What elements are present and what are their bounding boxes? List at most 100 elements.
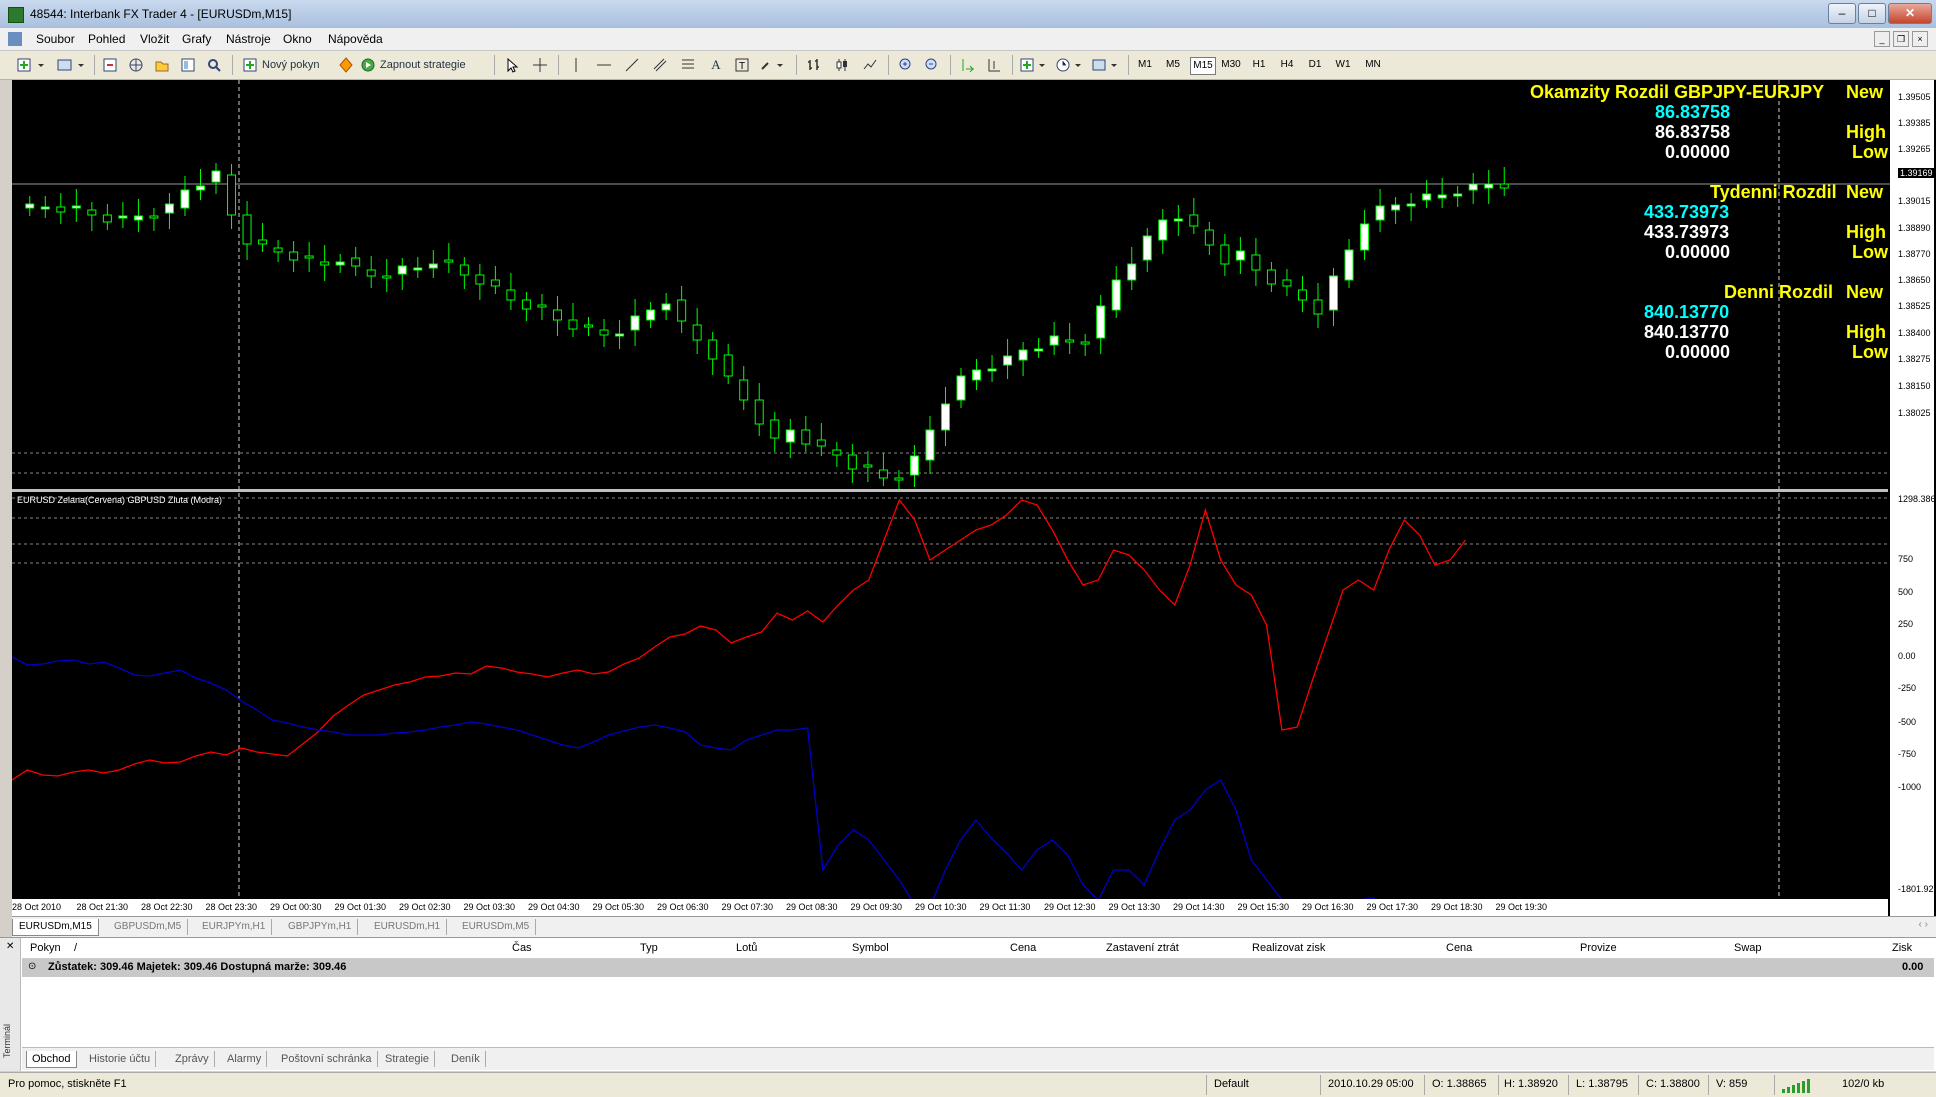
timeframe-m5[interactable]: M5 [1162,57,1184,73]
menu-nastroje[interactable]: Nástroje [226,32,271,46]
cursor-icon[interactable] [502,55,522,75]
balance-row[interactable]: ⊙ Zůstatek: 309.46 Majetek: 309.46 Dostu… [22,959,1934,977]
terminal-tab-schranka[interactable]: Poštovní schránka [276,1051,378,1067]
terminal-close-icon[interactable]: ✕ [6,941,14,952]
bar-chart-icon[interactable] [804,55,824,75]
data-window-icon[interactable] [126,55,146,75]
candle-body [118,215,128,219]
line-chart-icon[interactable] [860,55,880,75]
terminal-tab-denik[interactable]: Deník [446,1051,486,1067]
text-icon[interactable]: A [706,55,726,75]
col-stop-loss[interactable]: Zastavení ztrát [1106,942,1179,954]
col-swap[interactable]: Swap [1734,942,1762,954]
chart-divider[interactable] [12,489,1888,492]
terminal-tab-strategie[interactable]: Strategie [380,1051,436,1067]
menu-pohled[interactable]: Pohled [88,32,125,46]
terminal-icon[interactable] [178,55,198,75]
chart-tab-eurusd-h1[interactable]: EURUSDm,H1 [368,919,448,935]
menu-grafy[interactable]: Grafy [182,32,211,46]
menu-soubor[interactable]: Soubor [36,32,75,46]
channel-icon[interactable] [650,55,670,75]
new-chart-icon[interactable] [14,55,48,75]
timeframe-h4[interactable]: H4 [1276,57,1298,73]
candle-body [940,403,950,431]
price-axis[interactable]: 1.39505 1.39385 1.39265 1.39169 1.39015 1.388… [1890,80,1936,916]
vertical-line-icon[interactable] [566,55,586,75]
enable-strategies-button[interactable]: Zapnout strategie [360,55,488,75]
new-order-button[interactable]: Nový pokyn [242,55,334,75]
chart-tab-eurusd-m15[interactable]: EURUSDm,M15 [12,919,99,936]
mdi-close-button[interactable]: × [1912,31,1928,47]
timeframe-d1[interactable]: D1 [1304,57,1326,73]
timeframe-m1[interactable]: M1 [1134,57,1156,73]
chart-tab-eurjpy-h1[interactable]: EURJPYm,H1 [196,919,273,935]
col-pokyn[interactable]: Pokyn [30,942,61,954]
periods-icon[interactable] [1054,55,1086,75]
tester-icon[interactable] [204,55,224,75]
connection-status-icon[interactable] [1782,1079,1810,1093]
col-cena-2[interactable]: Cena [1446,942,1472,954]
col-provize[interactable]: Provize [1580,942,1617,954]
chart-shift-icon[interactable] [984,55,1004,75]
timeframe-w1[interactable]: W1 [1332,57,1354,73]
candle-body [1266,269,1276,285]
col-symbol[interactable]: Symbol [852,942,889,954]
col-sort[interactable]: / [74,942,77,954]
col-typ[interactable]: Typ [640,942,658,954]
denni-low-label: Low [1852,342,1888,362]
candle-body [1235,250,1245,261]
time-tick-label: 28 Oct 2010 [12,902,62,912]
terminal-tab-alarmy[interactable]: Alarmy [222,1051,268,1067]
mdi-minimize-button[interactable]: _ [1874,31,1890,47]
time-tick-label: 29 Oct 14:30 [1173,902,1225,912]
indicator-tick-label: 500 [1898,587,1914,597]
minimize-button[interactable]: – [1828,3,1856,24]
horizontal-line-icon[interactable] [594,55,614,75]
zoom-out-icon[interactable] [922,55,942,75]
timeframe-h1[interactable]: H1 [1248,57,1270,73]
menu-napoveda[interactable]: Nápověda [328,32,383,46]
col-take-profit[interactable]: Realizovat zisk [1252,942,1325,954]
close-button[interactable]: ✕ [1888,3,1932,24]
tab-scroll-icon[interactable]: ‹ › [1919,919,1928,930]
col-zisk[interactable]: Zisk [1892,942,1912,954]
chart-tab-gbpusd-m5[interactable]: GBPUSDm,M5 [108,919,189,935]
col-lotu[interactable]: Lotů [736,942,757,954]
indicators-icon[interactable] [1018,55,1050,75]
time-tick-label: 28 Oct 22:30 [141,902,193,912]
terminal-tab-historie[interactable]: Historie účtu [84,1051,157,1067]
text-label-icon[interactable]: T [732,55,752,75]
trendline-icon[interactable] [622,55,642,75]
timeframe-mn[interactable]: MN [1360,57,1386,73]
autoscroll-icon[interactable] [958,55,978,75]
metaeditor-icon[interactable] [336,55,356,75]
fibonacci-icon[interactable] [678,55,698,75]
market-watch-icon[interactable] [100,55,120,75]
status-profile[interactable]: Default [1214,1078,1249,1090]
menu-vlozit[interactable]: Vložit [140,32,169,46]
maximize-button[interactable]: □ [1858,3,1886,24]
candlestick-icon[interactable] [832,55,852,75]
profiles-icon[interactable] [54,55,88,75]
candle-body [133,215,143,221]
timeframe-m30[interactable]: M30 [1218,57,1244,73]
candle-body [1422,193,1432,201]
chart-tab-eurusd-m5[interactable]: EURUSDm,M5 [456,919,537,935]
menu-okno[interactable]: Okno [283,32,312,46]
crosshair-icon[interactable] [530,55,550,75]
navigator-icon[interactable] [152,55,172,75]
col-cas[interactable]: Čas [512,942,532,954]
timeframe-m15[interactable]: M15 [1190,57,1216,75]
arrows-icon[interactable] [758,55,788,75]
col-cena[interactable]: Cena [1010,942,1036,954]
mdi-restore-button[interactable]: ❐ [1893,31,1909,47]
new-order-icon [243,58,257,72]
templates-icon[interactable] [1090,55,1122,75]
chart-tab-gbpjpy-h1[interactable]: GBPJPYm,H1 [282,919,359,935]
terminal-tab-obchod[interactable]: Obchod [26,1051,77,1068]
candle-body [1127,263,1137,281]
time-axis[interactable]: 28 Oct 2010 28 Oct 21:30 28 Oct 22:30 28 Oc… [12,899,1888,916]
terminal-tab-zpravy[interactable]: Zprávy [170,1051,215,1067]
price-chart[interactable] [12,80,1890,916]
zoom-in-icon[interactable] [896,55,916,75]
